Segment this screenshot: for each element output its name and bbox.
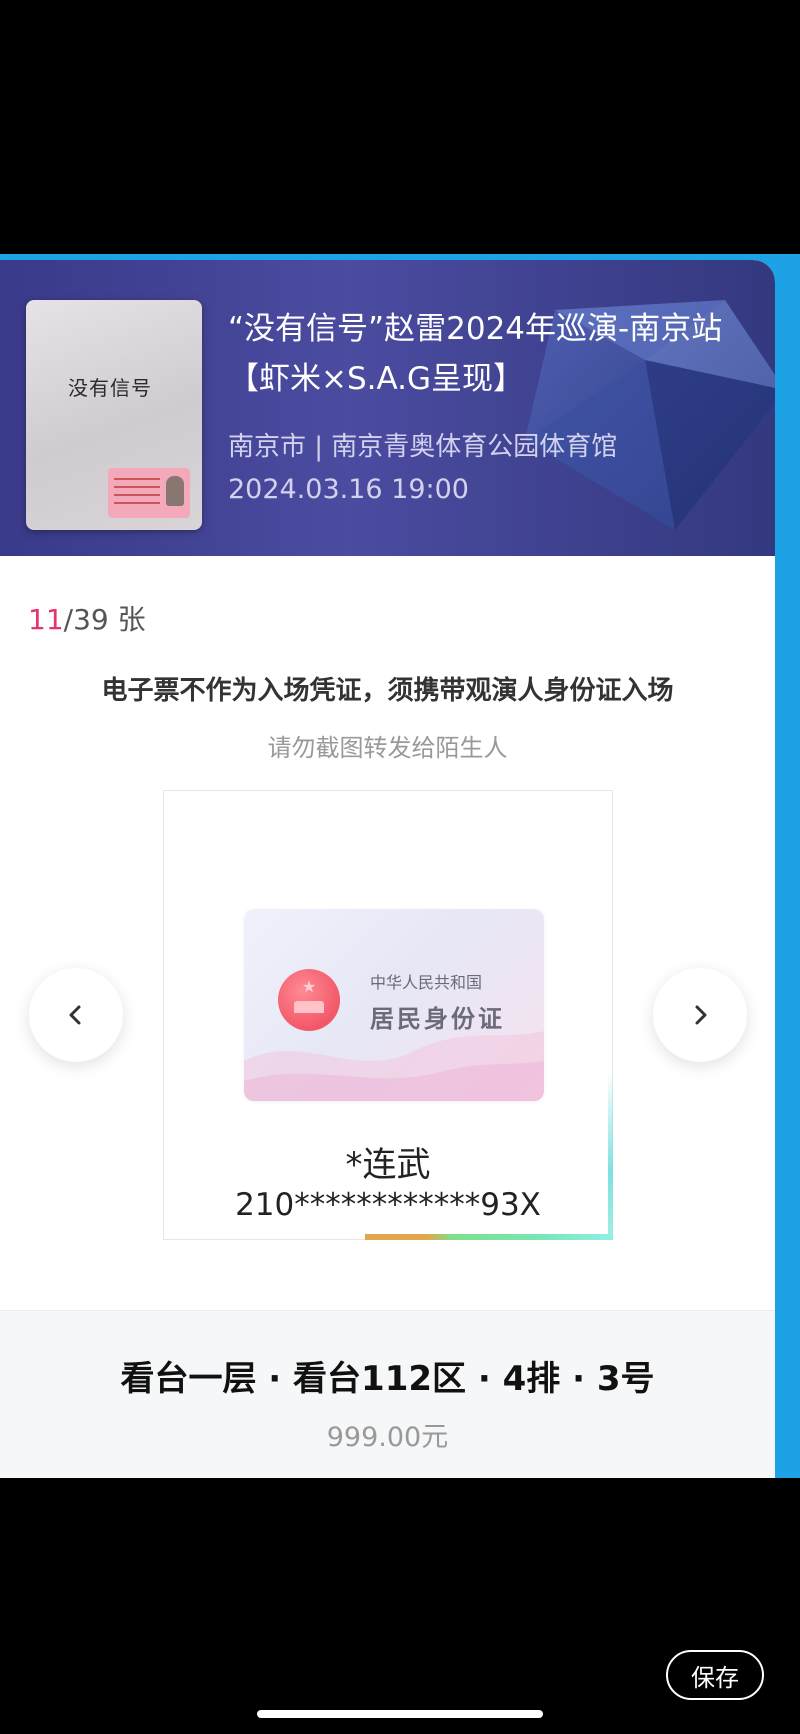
ticket-counter: 11/39 张 <box>28 598 146 638</box>
event-poster: 没有信号 <box>26 300 202 530</box>
previous-ticket-button[interactable] <box>29 968 123 1062</box>
event-title: “没有信号”赵雷2024年巡演-南京站【虾米×S.A.G呈现】 <box>228 311 723 397</box>
id-card-type: 居民身份证 <box>370 1005 505 1033</box>
id-card-country: 中华人民共和国 <box>370 973 483 992</box>
accent-line-vertical <box>608 1071 613 1239</box>
chevron-left-icon <box>69 1005 81 1025</box>
holder-id-number: 210************93X <box>235 1187 541 1223</box>
screen: 没有信号 “没有信号”赵雷2024年巡演-南京站【虾米×S.A.G呈现】 南京市… <box>0 0 800 1734</box>
id-verification-box: ★ 中华人民共和国 居民身份证 *连武 210************93X <box>163 790 613 1240</box>
event-venue: 南京市 | 南京青奥体育公园体育馆 <box>228 432 618 462</box>
ticket-price: 999.00元 <box>326 1422 449 1453</box>
national-emblem-icon: ★ <box>278 969 340 1031</box>
chevron-right-icon <box>695 1005 707 1025</box>
ticket-counter-total: /39 张 <box>63 603 146 636</box>
save-button[interactable]: 保存 <box>666 1650 764 1700</box>
ticket-counter-current: 11 <box>28 603 64 636</box>
ticket-card: 没有信号 “没有信号”赵雷2024年巡演-南京站【虾米×S.A.G呈现】 南京市… <box>0 260 775 1478</box>
poster-id-card-image <box>108 468 190 518</box>
entry-notice: 电子票不作为入场凭证，须携带观演人身份证入场 <box>101 676 674 706</box>
screenshot-warning: 请勿截图转发给陌生人 <box>267 734 508 762</box>
event-header: 没有信号 “没有信号”赵雷2024年巡演-南京站【虾米×S.A.G呈现】 南京市… <box>0 260 775 556</box>
seat-info: 看台一层 · 看台112区 · 4排 · 3号 999.00元 <box>0 1310 775 1478</box>
home-indicator[interactable] <box>257 1710 543 1718</box>
id-card-graphic: ★ 中华人民共和国 居民身份证 <box>244 909 544 1101</box>
accent-line-horizontal <box>365 1234 613 1240</box>
seat-location: 看台一层 · 看台112区 · 4排 · 3号 <box>120 1359 655 1399</box>
poster-title: 没有信号 <box>68 376 152 400</box>
event-datetime: 2024.03.16 19:00 <box>228 474 469 505</box>
holder-name: *连武 <box>345 1145 431 1185</box>
next-ticket-button[interactable] <box>653 968 747 1062</box>
